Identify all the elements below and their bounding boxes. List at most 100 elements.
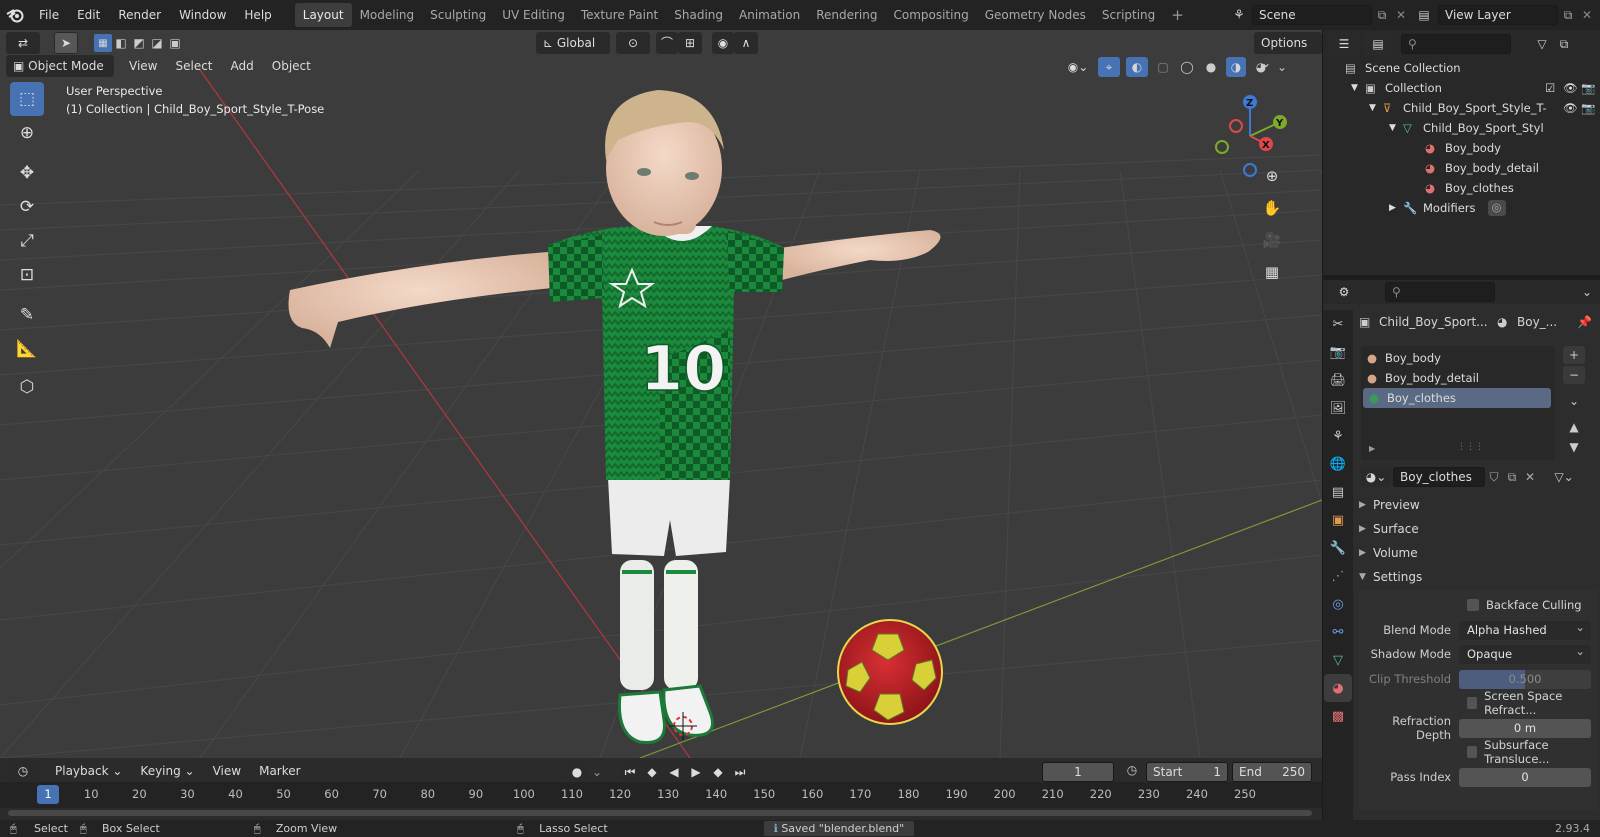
tab-geometry-nodes[interactable]: Geometry Nodes bbox=[977, 3, 1094, 27]
solid-shading-icon[interactable]: ● bbox=[1202, 60, 1220, 74]
select-mode-extend-icon[interactable]: ◧ bbox=[112, 36, 130, 50]
camera-view-icon[interactable]: 🎥 bbox=[1258, 226, 1286, 254]
outliner-row-mesh[interactable]: ▼ ▽ Child_Boy_Sport_Styl bbox=[1323, 118, 1600, 138]
rotate-tool-icon[interactable]: ⟳ bbox=[10, 190, 44, 224]
data-tab-icon[interactable]: ▽ bbox=[1324, 646, 1352, 674]
material-slot-row[interactable]: ● Boy_body_detail bbox=[1361, 368, 1555, 388]
new-view-layer-icon[interactable]: ⧉ bbox=[1558, 8, 1578, 23]
display-mode-icon[interactable]: ▤ bbox=[1363, 33, 1393, 55]
select-mode-subtract-icon[interactable]: ◩ bbox=[130, 36, 148, 50]
marker-menu[interactable]: Marker bbox=[250, 760, 309, 782]
timeline-scrollbar[interactable] bbox=[8, 810, 1312, 816]
properties-search-input[interactable]: ⚲ bbox=[1385, 282, 1495, 302]
world-tab-icon[interactable]: 🌐 bbox=[1324, 450, 1352, 478]
timeline-view-menu[interactable]: View bbox=[204, 760, 250, 782]
add-cube-tool-icon[interactable]: ⬡ bbox=[10, 370, 44, 404]
annotate-tool-icon[interactable]: ✎ bbox=[10, 298, 44, 332]
frame-ruler[interactable]: 1 10 20 30 40 50 60 70 80 90 100 110 120 130 140 150 160… bbox=[0, 782, 1322, 808]
outliner-row-material[interactable]: ◕ Boy_clothes bbox=[1323, 178, 1600, 198]
shadow-mode-dropdown[interactable]: Opaque bbox=[1459, 642, 1591, 664]
pan-hand-icon[interactable]: ✋ bbox=[1258, 194, 1286, 222]
outliner-row-collection[interactable]: ▼ ▣ Collection ☑ 👁 📷 bbox=[1323, 78, 1600, 98]
delete-view-layer-icon[interactable]: ✕ bbox=[1578, 8, 1596, 22]
viewport-menu-view[interactable]: View bbox=[120, 55, 166, 77]
refraction-depth-field[interactable]: 0 m bbox=[1459, 718, 1591, 738]
list-resize-grip-icon[interactable]: ⋮⋮⋮ bbox=[1457, 442, 1484, 452]
scale-tool-icon[interactable]: ⤢ bbox=[10, 224, 44, 258]
viewport-menu-add[interactable]: Add bbox=[222, 55, 263, 77]
wireframe-shading-icon[interactable]: ◯ bbox=[1178, 60, 1196, 74]
move-tool-icon[interactable]: ✥ bbox=[10, 156, 44, 190]
menu-help[interactable]: Help bbox=[235, 0, 280, 30]
filter-icon[interactable]: ▽ bbox=[1531, 37, 1553, 51]
blender-logo-icon[interactable] bbox=[0, 0, 30, 30]
view-layer-icon[interactable]: ▤ bbox=[1410, 8, 1438, 22]
auto-key-icon[interactable]: ● bbox=[566, 761, 588, 783]
slot-specials-icon[interactable]: ⌄ bbox=[1563, 392, 1585, 410]
jump-start-icon[interactable]: ⏮ bbox=[620, 761, 640, 783]
texture-tab-icon[interactable]: ▩ bbox=[1324, 702, 1352, 730]
current-frame-field[interactable]: 1 bbox=[1042, 762, 1114, 782]
add-workspace-button[interactable]: + bbox=[1163, 3, 1192, 27]
viewport-menu-select[interactable]: Select bbox=[166, 55, 221, 77]
gizmo-toggle-icon[interactable]: ⌖ bbox=[1098, 57, 1120, 77]
select-mode-invert-icon[interactable]: ◪ bbox=[148, 36, 166, 50]
new-scene-icon[interactable]: ⧉ bbox=[1372, 8, 1392, 23]
blend-mode-dropdown[interactable]: Alpha Hashed bbox=[1459, 618, 1591, 640]
view-layer-tab-icon[interactable]: 🖼 bbox=[1324, 394, 1352, 422]
tab-animation[interactable]: Animation bbox=[731, 3, 808, 27]
object-tab-icon[interactable]: ▣ bbox=[1324, 506, 1352, 534]
play-reverse-icon[interactable]: ◀ bbox=[664, 761, 684, 783]
material-name-field[interactable]: Boy_clothes bbox=[1393, 467, 1485, 487]
overlay-toggle-icon[interactable]: ◐ bbox=[1126, 57, 1148, 77]
remove-slot-icon[interactable]: − bbox=[1563, 366, 1585, 384]
visibility-icon[interactable]: ◉⌄ bbox=[1064, 60, 1092, 74]
viewport-menu-object[interactable]: Object bbox=[263, 55, 320, 77]
properties-options-icon[interactable]: ⌄ bbox=[1577, 285, 1597, 299]
eye-icon[interactable]: 👁 bbox=[1563, 101, 1581, 115]
outliner-row-modifiers[interactable]: ▶ 🔧 Modifiers ◎ bbox=[1323, 198, 1600, 218]
add-slot-icon[interactable]: + bbox=[1563, 346, 1585, 364]
ortho-grid-icon[interactable]: ▦ bbox=[1258, 258, 1286, 286]
select-mode-intersect-icon[interactable]: ▣ bbox=[166, 36, 184, 50]
shading-options-icon[interactable]: ⌄ bbox=[1276, 60, 1288, 74]
material-slot-row[interactable]: ● Boy_body bbox=[1361, 348, 1555, 368]
link-type-icon[interactable]: ▽⌄ bbox=[1549, 470, 1579, 484]
outliner-row-scene-collection[interactable]: ▤ Scene Collection bbox=[1323, 58, 1600, 78]
menu-file[interactable]: File bbox=[30, 0, 68, 30]
tab-uv-editing[interactable]: UV Editing bbox=[494, 3, 573, 27]
panel-settings[interactable]: ▼ Settings bbox=[1359, 566, 1597, 588]
pass-index-field[interactable]: 0 bbox=[1459, 767, 1591, 787]
zoom-icon[interactable]: ⊕ bbox=[1258, 162, 1286, 190]
material-preview-shading-icon[interactable]: ◑ bbox=[1226, 57, 1246, 77]
xray-icon[interactable]: ▢ bbox=[1154, 60, 1172, 74]
exclude-checkbox-icon[interactable]: ☑ bbox=[1545, 81, 1563, 95]
expand-arrow-icon[interactable]: ▼ bbox=[1351, 83, 1365, 93]
pivot-point-icon[interactable]: ⊙ bbox=[616, 32, 650, 54]
snap-target-icon[interactable]: ⊞ bbox=[678, 32, 702, 54]
auto-key-options-icon[interactable]: ⌄ bbox=[590, 765, 604, 779]
eye-icon[interactable]: 👁 bbox=[1563, 81, 1581, 95]
unlink-material-icon[interactable]: ✕ bbox=[1521, 470, 1539, 484]
sss-checkbox[interactable]: Subsurface Transluce... bbox=[1467, 738, 1597, 766]
tab-texture-paint[interactable]: Texture Paint bbox=[573, 3, 666, 27]
expand-arrow-icon[interactable]: ▶ bbox=[1389, 203, 1403, 213]
measure-tool-icon[interactable]: 📐 bbox=[10, 332, 44, 366]
render-tab-icon[interactable]: 📷 bbox=[1324, 338, 1352, 366]
proportional-edit-icon[interactable]: ◉ bbox=[712, 32, 734, 54]
play-icon[interactable]: ▶ bbox=[686, 761, 706, 783]
outliner-search-input[interactable]: ⚲ bbox=[1401, 34, 1511, 54]
tab-compositing[interactable]: Compositing bbox=[885, 3, 976, 27]
tool-tab-icon[interactable]: ✂ bbox=[1324, 310, 1352, 338]
ssr-checkbox[interactable]: Screen Space Refract... bbox=[1467, 689, 1597, 717]
mode-dropdown[interactable]: ▣ Object Mode bbox=[6, 55, 114, 77]
move-slot-down-icon[interactable]: ▼ bbox=[1563, 438, 1585, 456]
preview-range-icon[interactable]: ◷ bbox=[1122, 763, 1142, 777]
collection-tab-icon[interactable]: ▤ bbox=[1324, 478, 1352, 506]
menu-window[interactable]: Window bbox=[170, 0, 235, 30]
tab-rendering[interactable]: Rendering bbox=[808, 3, 885, 27]
falloff-icon[interactable]: ∧ bbox=[734, 32, 758, 54]
end-frame-field[interactable]: End 250 bbox=[1232, 762, 1312, 782]
list-expand-icon[interactable]: ▶ bbox=[1369, 444, 1375, 453]
timeline-editor-type-icon[interactable]: ◷ bbox=[6, 760, 40, 782]
